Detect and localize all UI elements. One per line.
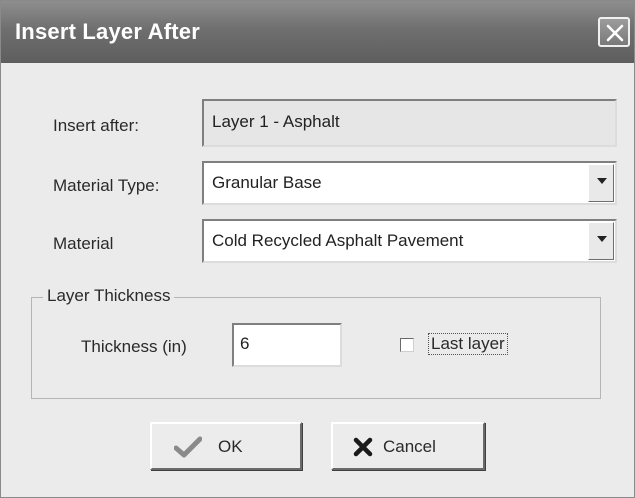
insert-layer-dialog: Insert Layer After Insert after: Layer 1…: [0, 0, 635, 498]
thickness-input[interactable]: 6: [232, 323, 342, 367]
material-type-label: Material Type:: [53, 176, 160, 195]
last-layer-label[interactable]: Last layer: [428, 333, 508, 355]
chevron-down-icon: [597, 236, 607, 242]
ok-button[interactable]: OK: [150, 422, 302, 470]
ok-button-label: OK: [218, 437, 243, 456]
material-type-value: Granular Base: [212, 173, 322, 192]
title-bar[interactable]: Insert Layer After: [1, 1, 634, 63]
chevron-down-icon: [597, 178, 607, 184]
cancel-button-label: Cancel: [383, 437, 436, 456]
layer-thickness-group-title: Layer Thickness: [43, 286, 175, 306]
material-value: Cold Recycled Asphalt Pavement: [212, 231, 464, 250]
insert-after-field: Layer 1 - Asphalt: [202, 99, 617, 147]
cancel-button[interactable]: Cancel: [331, 422, 485, 470]
close-button[interactable]: [598, 17, 630, 47]
material-dropdown-button[interactable]: [588, 222, 614, 260]
insert-after-value: Layer 1 - Asphalt: [212, 112, 340, 131]
material-label: Material: [53, 234, 114, 253]
close-icon: [606, 24, 624, 42]
thickness-value: 6: [240, 334, 250, 353]
dialog-title: Insert Layer After: [15, 19, 200, 44]
material-select[interactable]: Cold Recycled Asphalt Pavement: [202, 219, 617, 263]
last-layer-checkbox[interactable]: [400, 338, 414, 352]
material-type-dropdown-button[interactable]: [588, 164, 614, 202]
material-type-select[interactable]: Granular Base: [202, 161, 617, 205]
checkmark-icon: [174, 436, 202, 458]
x-mark-icon: [353, 437, 373, 457]
thickness-label: Thickness (in): [81, 337, 187, 356]
insert-after-label: Insert after:: [53, 116, 139, 135]
